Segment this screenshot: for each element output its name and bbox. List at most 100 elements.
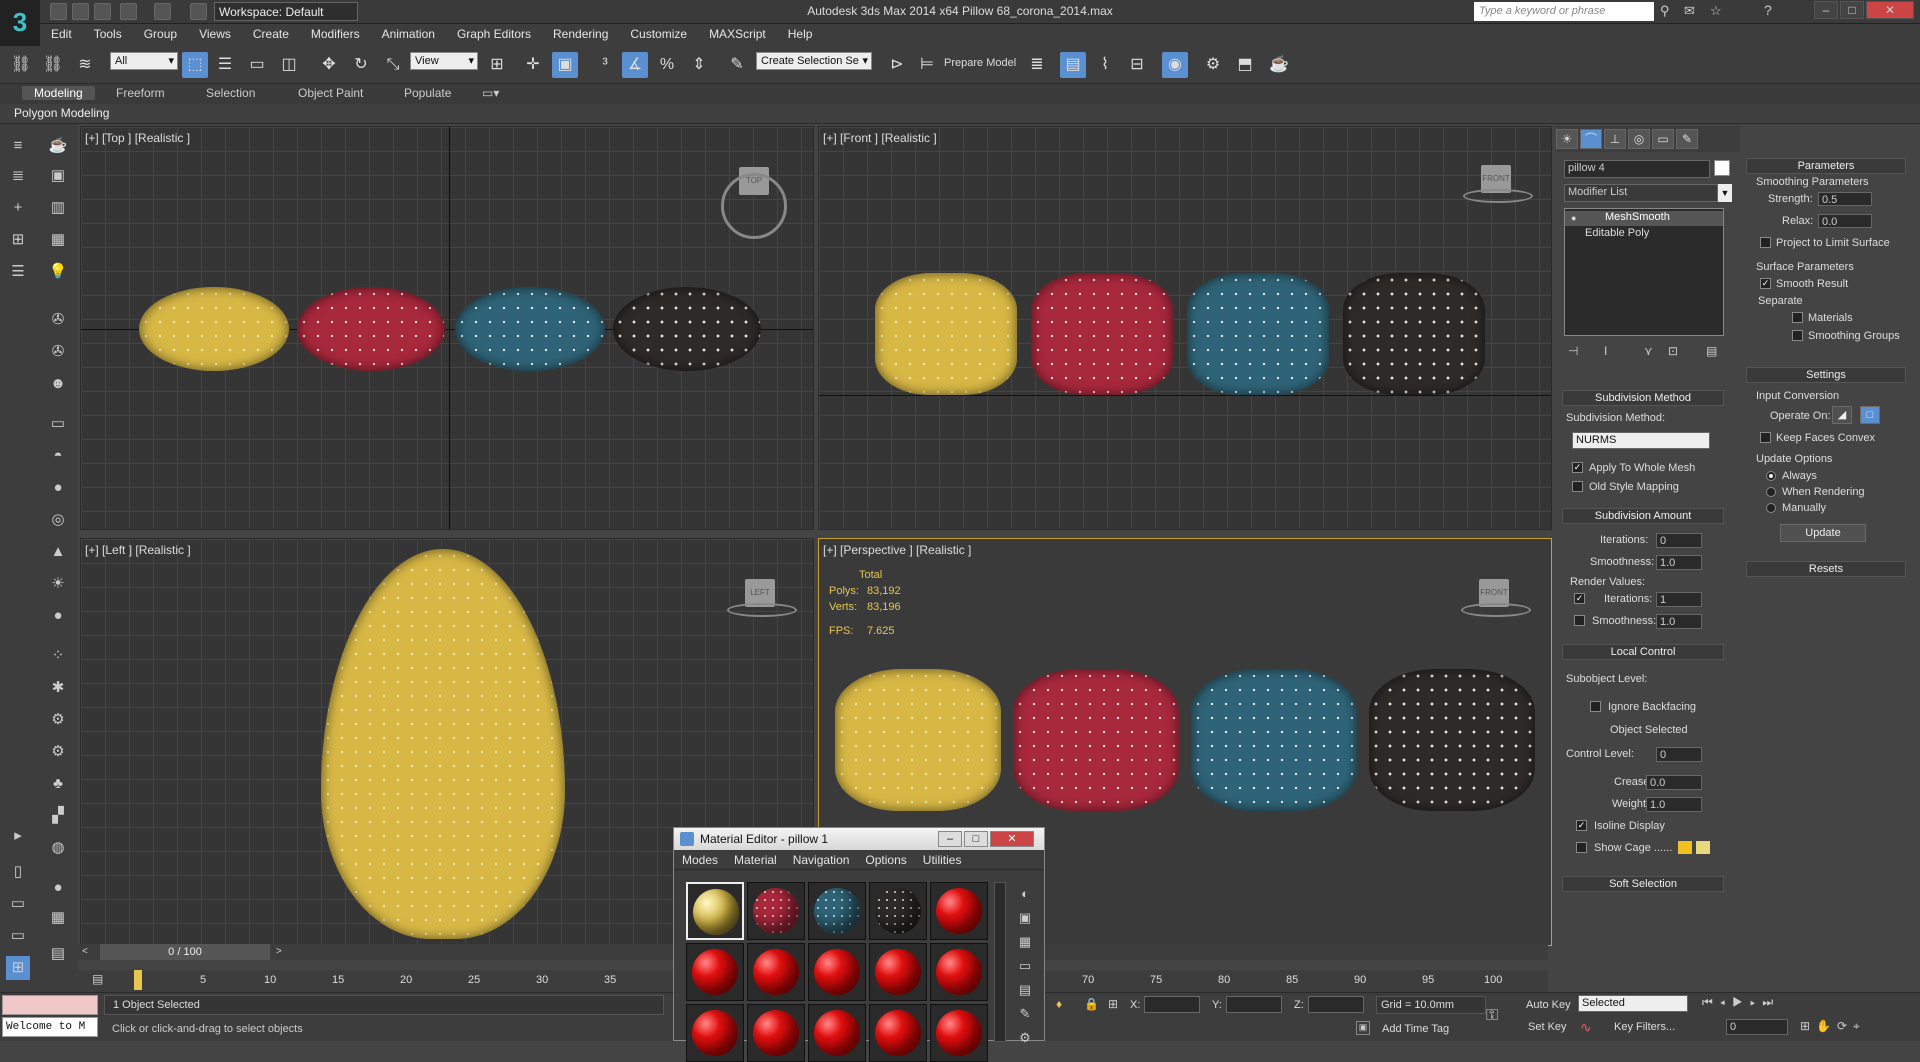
bind-space-warp-icon[interactable]: ≋ xyxy=(72,52,98,78)
space-warp-icon[interactable]: ⚙ xyxy=(46,708,70,732)
search-input[interactable]: Type a keyword or phrase xyxy=(1474,2,1654,21)
modify-tab-icon[interactable]: ⌒ xyxy=(1580,129,1602,149)
object-name-field[interactable]: pillow 4 xyxy=(1564,160,1710,178)
time-tag-icon[interactable]: ▣ xyxy=(1356,1021,1370,1035)
named-selection-dropdown[interactable]: Create Selection Se xyxy=(756,52,872,70)
pillow-red[interactable] xyxy=(1013,669,1179,811)
spinner-snap-icon[interactable]: ⇕ xyxy=(686,52,712,78)
pillow-black[interactable] xyxy=(613,287,761,371)
rectangular-selection-icon[interactable]: ▭ xyxy=(244,52,270,78)
object-color-swatch[interactable] xyxy=(1714,160,1730,176)
cage-color-swatch-2[interactable] xyxy=(1696,841,1710,854)
menu-utilities[interactable]: Utilities xyxy=(915,850,970,870)
minimize-icon[interactable]: – xyxy=(1814,1,1838,19)
pin-stack-icon[interactable]: ⊣ xyxy=(1568,344,1578,358)
material-editor-icon[interactable]: ◉ xyxy=(1162,52,1188,78)
percent-snap-icon[interactable]: % xyxy=(654,52,680,78)
create-tab-icon[interactable]: ☀ xyxy=(1556,129,1578,149)
manually-radio[interactable] xyxy=(1766,503,1776,513)
material-editor-window[interactable]: Material Editor - pillow 1 – □ ✕ Modes Ma… xyxy=(673,827,1045,1062)
gear-icon[interactable]: ⚙ xyxy=(46,740,70,764)
helper-icon[interactable]: ✇ xyxy=(46,340,70,364)
maxscript-listener-result[interactable] xyxy=(2,995,98,1015)
keyboard-shortcut-override-icon[interactable]: ▣ xyxy=(552,52,578,78)
layers-icon[interactable]: ≣ xyxy=(6,164,30,188)
rollout-parameters[interactable]: Parameters xyxy=(1746,158,1906,174)
select-sort-icon[interactable]: ⊞ xyxy=(6,228,30,252)
filter-icon[interactable]: ☰ xyxy=(6,260,30,284)
modifier-list-dropdown[interactable]: Modifier List xyxy=(1564,184,1718,202)
pillow-blue[interactable] xyxy=(1191,669,1357,811)
material-slot-1[interactable] xyxy=(686,882,744,940)
favorites-star-icon[interactable]: ☆ xyxy=(1710,3,1728,20)
torus-icon[interactable]: ◎ xyxy=(46,508,70,532)
separate-smoothing-groups-checkbox[interactable] xyxy=(1792,330,1803,341)
edit-named-selection-icon[interactable]: ✎ xyxy=(724,52,750,78)
strength-field[interactable]: 0.5 xyxy=(1818,192,1872,206)
snaps-toggle-icon[interactable]: ³ xyxy=(592,52,618,78)
pivot-center-icon[interactable]: ⊞ xyxy=(484,52,510,78)
pillow-black[interactable] xyxy=(1369,669,1535,811)
display-icon[interactable]: ▥ xyxy=(46,196,70,220)
app-logo[interactable]: 3 xyxy=(0,0,40,46)
open-file-icon[interactable] xyxy=(72,3,89,20)
motion-tab-icon[interactable]: ◎ xyxy=(1628,129,1650,149)
operate-on-polygons-icon[interactable]: □ xyxy=(1860,406,1880,424)
align-icon[interactable]: ⊨ xyxy=(914,52,940,78)
render-iterations-field[interactable]: 1 xyxy=(1656,592,1702,607)
y-coordinate-field[interactable] xyxy=(1226,996,1282,1013)
maxscript-listener-input[interactable]: Welcome to M xyxy=(2,1017,98,1037)
polygon-modeling-label[interactable]: Polygon Modeling xyxy=(14,106,109,120)
selection-filter-dropdown[interactable]: All xyxy=(110,52,178,70)
minimize-icon[interactable]: – xyxy=(938,831,962,847)
material-slot-15[interactable] xyxy=(930,1004,988,1062)
update-button[interactable]: Update xyxy=(1780,524,1866,542)
key-mode-dropdown[interactable]: Selected xyxy=(1578,995,1688,1012)
crease-field[interactable]: 0.0 xyxy=(1646,775,1702,790)
utilities-tab-icon[interactable]: ✎ xyxy=(1676,129,1698,149)
link-icon[interactable]: ⛓ xyxy=(8,52,34,78)
lock-file-icon[interactable]: ▤ xyxy=(46,942,70,966)
key-curve-icon[interactable]: ∿ xyxy=(1580,1019,1592,1036)
light-icon[interactable]: 💡 xyxy=(46,260,70,284)
pillow-blue[interactable] xyxy=(1187,273,1329,395)
project-folder-icon[interactable] xyxy=(190,3,207,20)
render-smoothness-field[interactable]: 1.0 xyxy=(1656,614,1702,629)
menu-animation[interactable]: Animation xyxy=(371,24,446,44)
isoline-display-checkbox[interactable]: ✓ xyxy=(1576,820,1587,831)
window-crossing-icon[interactable]: ◫ xyxy=(276,52,302,78)
render-setup-icon[interactable]: ⚙ xyxy=(1200,52,1226,78)
stairs-icon[interactable]: ▞ xyxy=(46,804,70,828)
expand-panel-icon[interactable]: ▸ xyxy=(6,824,30,848)
ignore-backfacing-checkbox[interactable] xyxy=(1590,701,1601,712)
previous-frame-icon[interactable]: < xyxy=(82,946,94,958)
viewport-top-label[interactable]: [+] [Top ] [Realistic ] xyxy=(85,131,190,145)
remove-modifier-icon[interactable]: ⊡ xyxy=(1668,344,1678,358)
separate-materials-checkbox[interactable] xyxy=(1792,312,1803,323)
pillow-side-view[interactable] xyxy=(321,549,565,939)
rollout-soft-selection[interactable]: Soft Selection xyxy=(1562,876,1724,892)
chevron-down-icon[interactable]: ▼ xyxy=(1718,184,1732,202)
new-file-icon[interactable] xyxy=(50,3,67,20)
viewport-front-label[interactable]: [+] [Front ] [Realistic ] xyxy=(823,131,937,145)
select-object-icon[interactable]: ⬚ xyxy=(182,52,208,78)
create-icon[interactable]: + xyxy=(6,196,30,220)
box-primitive-icon[interactable]: ▭ xyxy=(46,412,70,436)
rollout-resets[interactable]: Resets xyxy=(1746,561,1906,577)
next-frame-icon[interactable]: > xyxy=(276,946,288,958)
unlink-icon[interactable]: ⛓ xyxy=(40,52,66,78)
subdivision-method-dropdown[interactable]: NURMS xyxy=(1572,432,1710,449)
add-time-tag-button[interactable]: Add Time Tag xyxy=(1382,1023,1449,1035)
foliage-icon[interactable]: ♣ xyxy=(46,772,70,796)
menu-navigation[interactable]: Navigation xyxy=(785,850,858,870)
key-icon[interactable]: ⚿ xyxy=(1486,1007,1498,1025)
teapot-icon[interactable]: ☕ xyxy=(46,134,70,158)
old-style-mapping-checkbox[interactable] xyxy=(1572,481,1583,492)
menu-material[interactable]: Material xyxy=(726,850,785,870)
make-unique-icon[interactable]: ⋎ xyxy=(1644,344,1653,358)
render-iterations-checkbox[interactable]: ✓ xyxy=(1574,593,1585,604)
menu-group[interactable]: Group xyxy=(133,24,188,44)
pillow-yellow[interactable] xyxy=(875,273,1017,395)
z-coordinate-field[interactable] xyxy=(1308,996,1364,1013)
pillow-yellow[interactable] xyxy=(139,287,289,371)
